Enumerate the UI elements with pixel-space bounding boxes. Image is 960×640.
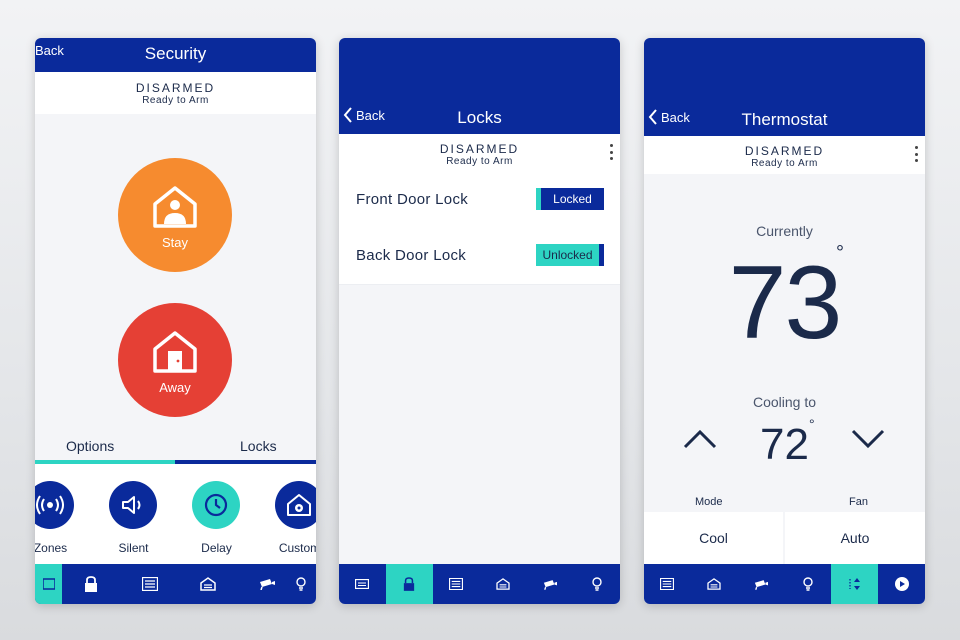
nav-camera[interactable] xyxy=(238,564,297,604)
option-silent[interactable]: Silent xyxy=(109,481,158,555)
keypad-icon xyxy=(42,578,55,590)
nav-lights[interactable] xyxy=(784,564,831,604)
current-temperature: 73 xyxy=(728,245,843,361)
nav-keypad[interactable] xyxy=(339,564,386,604)
currently-label: Currently xyxy=(756,223,813,239)
away-label: Away xyxy=(159,380,191,395)
page-title: Thermostat xyxy=(741,110,828,129)
clock-icon xyxy=(192,481,240,529)
current-degree-symbol: ° xyxy=(836,242,844,264)
security-screen: Back Security DISARMED Ready to Arm Stay… xyxy=(35,38,316,604)
list-icon xyxy=(141,577,158,591)
option-custom[interactable]: Custom xyxy=(275,481,316,555)
nav-more[interactable] xyxy=(878,564,925,604)
nav-camera[interactable] xyxy=(738,564,785,604)
house-gear-icon xyxy=(275,481,316,529)
nav-list[interactable] xyxy=(644,564,691,604)
lock-name: Back Door Lock xyxy=(356,247,467,264)
nav-thermostat[interactable] xyxy=(831,564,879,604)
speaker-icon xyxy=(109,481,157,529)
lock-icon xyxy=(85,576,98,592)
substatus-text: Ready to Arm xyxy=(142,95,209,106)
bulb-icon xyxy=(296,577,306,591)
nav-lights[interactable] xyxy=(296,564,316,604)
more-icon[interactable] xyxy=(610,144,614,160)
garage-icon xyxy=(707,578,721,590)
bulb-icon xyxy=(591,577,602,591)
garage-icon xyxy=(200,577,216,591)
list-icon xyxy=(449,578,464,590)
lock-toggle[interactable]: Unlocked xyxy=(536,244,604,266)
page-title: Security xyxy=(144,44,207,63)
away-button[interactable]: Away xyxy=(118,303,232,417)
thermostat-screen: Back Thermostat DISARMED Ready to Arm Cu… xyxy=(644,38,925,604)
more-icon[interactable] xyxy=(915,146,919,162)
keypad-icon xyxy=(355,579,370,589)
play-circle-icon xyxy=(894,577,909,591)
option-label: Delay xyxy=(201,541,232,555)
fan-selector[interactable]: Auto xyxy=(785,512,925,564)
camera-icon xyxy=(259,579,275,590)
status-panel: DISARMED Ready to Arm xyxy=(339,134,620,172)
status-panel: DISARMED Ready to Arm xyxy=(35,72,316,114)
security-header: Back Security xyxy=(35,38,316,72)
substatus-text: Ready to Arm xyxy=(446,156,513,167)
bottom-nav xyxy=(339,564,620,604)
option-delay[interactable]: Delay xyxy=(192,481,241,555)
option-label: Silent xyxy=(118,541,149,555)
camera-icon xyxy=(754,579,769,590)
house-person-icon xyxy=(153,186,197,228)
list-icon xyxy=(660,578,675,590)
mode-label: Mode xyxy=(695,496,723,508)
cooling-label: Cooling to xyxy=(752,394,817,410)
nav-keypad[interactable] xyxy=(35,564,62,604)
nav-lights[interactable] xyxy=(573,564,620,604)
option-zones[interactable]: Zones xyxy=(35,481,75,555)
target-degree-symbol: ° xyxy=(809,416,815,432)
status-text: DISARMED xyxy=(135,81,216,95)
options-locks-tabs: Options Locks xyxy=(35,438,316,464)
lock-row[interactable]: Front Door Lock Locked xyxy=(339,172,620,229)
page-title: Locks xyxy=(457,108,502,127)
house-door-icon xyxy=(153,331,197,373)
broadcast-icon xyxy=(35,481,74,529)
fan-label: Fan xyxy=(849,496,868,508)
decrease-button[interactable] xyxy=(850,428,886,455)
options-panel: Zones Silent Delay Custom xyxy=(35,464,316,564)
locks-header: Back Locks xyxy=(339,38,620,134)
lock-row[interactable]: Back Door Lock Unlocked xyxy=(339,228,620,285)
camera-icon xyxy=(543,579,557,590)
lock-icon xyxy=(404,577,415,591)
bottom-nav xyxy=(644,564,925,604)
nav-garage[interactable] xyxy=(479,564,526,604)
bulb-icon xyxy=(803,577,813,591)
chevron-down-icon xyxy=(851,429,885,449)
nav-camera[interactable] xyxy=(526,564,573,604)
nav-list[interactable] xyxy=(433,564,480,604)
option-label: Zones xyxy=(35,541,68,555)
nav-garage[interactable] xyxy=(691,564,738,604)
nav-locks[interactable] xyxy=(385,564,433,604)
nav-list[interactable] xyxy=(121,564,180,604)
thermostat-icon xyxy=(849,578,860,590)
lock-toggle[interactable]: Locked xyxy=(536,188,604,210)
garage-icon xyxy=(496,578,510,590)
thermostat-header: Back Thermostat xyxy=(644,38,925,136)
status-text: DISARMED xyxy=(744,144,825,158)
lock-name: Front Door Lock xyxy=(356,191,469,208)
stay-label: Stay xyxy=(161,235,188,250)
status-panel: DISARMED Ready to Arm xyxy=(644,136,925,174)
locks-screen: Back Locks DISARMED Ready to Arm Front D… xyxy=(339,38,620,604)
nav-garage[interactable] xyxy=(179,564,238,604)
bottom-nav xyxy=(35,564,316,604)
tab-options[interactable]: Options xyxy=(66,438,114,454)
substatus-text: Ready to Arm xyxy=(751,158,818,169)
tab-locks[interactable]: Locks xyxy=(240,438,277,454)
option-label: Custom xyxy=(278,541,316,555)
status-text: DISARMED xyxy=(439,142,520,156)
mode-selector[interactable]: Cool xyxy=(644,512,783,564)
nav-locks[interactable] xyxy=(62,564,121,604)
stay-button[interactable]: Stay xyxy=(118,158,232,272)
